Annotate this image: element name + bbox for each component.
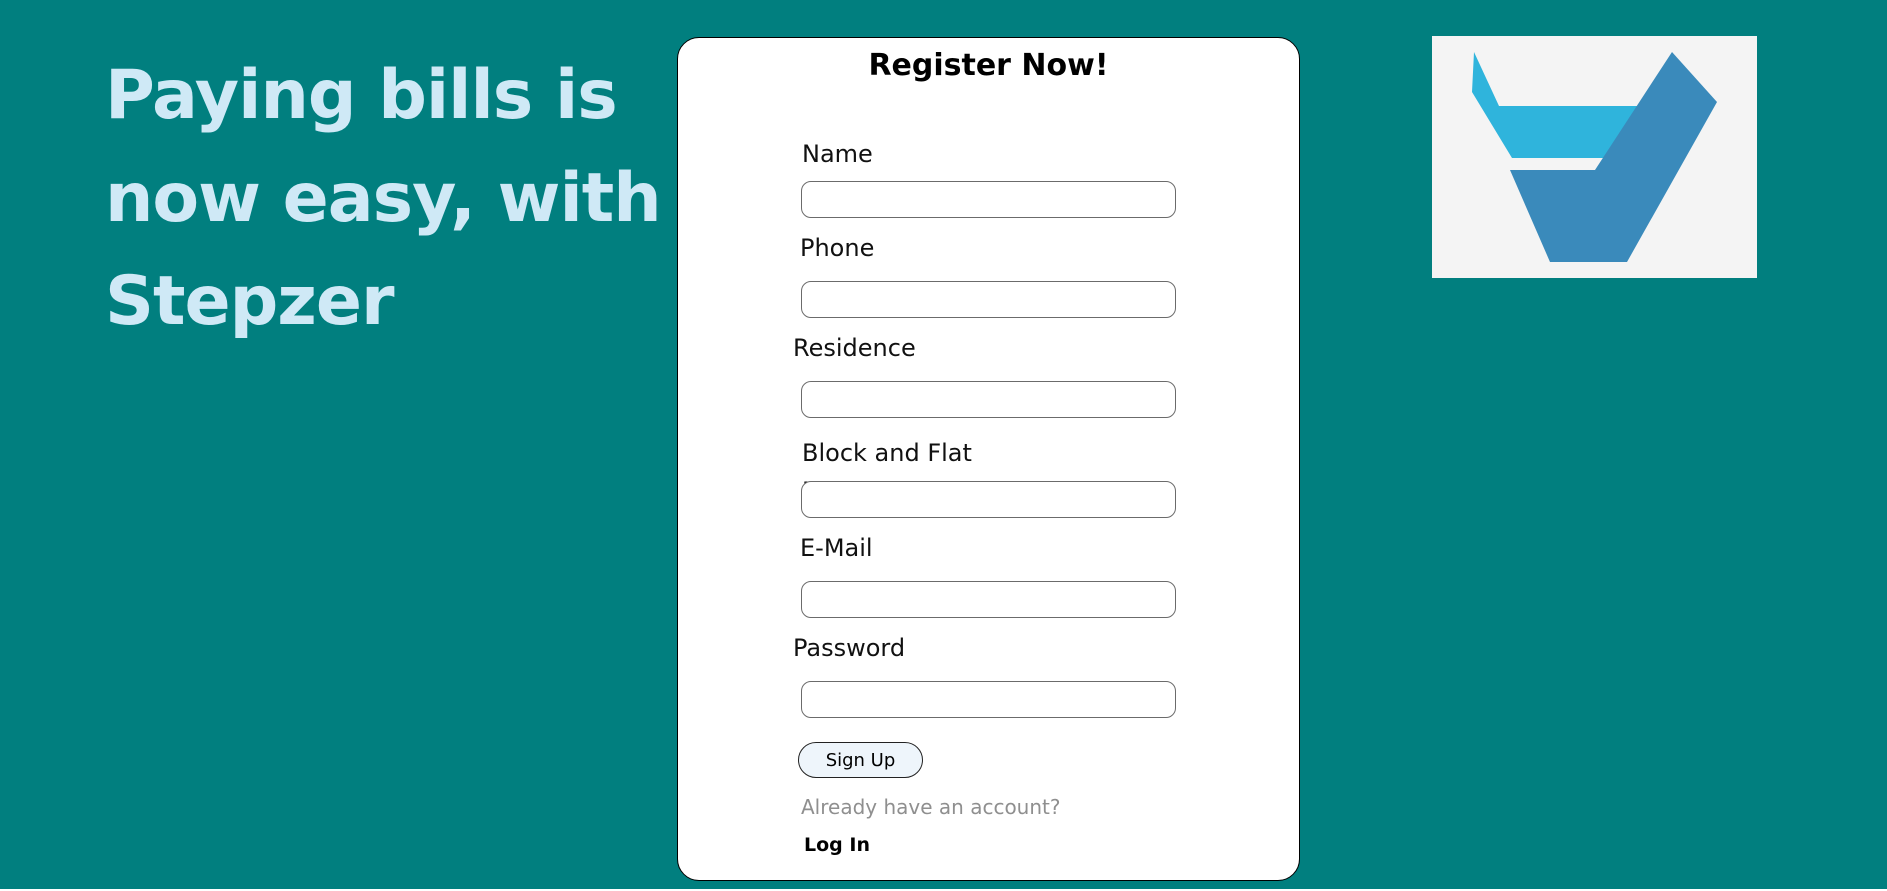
register-title: Register Now! xyxy=(868,48,1109,83)
stepzer-logo-icon xyxy=(1472,52,1717,262)
register-card: Register Now! Name Phone Residence Block… xyxy=(677,37,1300,881)
residence-input[interactable] xyxy=(801,381,1176,418)
login-prompt: Already have an account? xyxy=(801,795,1061,819)
hero-tagline: Paying bills is now easy, with Stepzer xyxy=(105,56,662,341)
password-label: Password xyxy=(793,634,906,662)
name-label: Name xyxy=(802,140,873,168)
email-label: E-Mail xyxy=(800,534,873,562)
sign-up-button[interactable]: Sign Up xyxy=(798,742,923,778)
block-flat-input[interactable] xyxy=(801,481,1176,518)
residence-label: Residence xyxy=(793,334,916,362)
email-input[interactable] xyxy=(801,581,1176,618)
name-input[interactable] xyxy=(801,181,1176,218)
logo-panel xyxy=(1432,36,1757,278)
phone-label: Phone xyxy=(800,234,875,262)
log-in-link[interactable]: Log In xyxy=(804,834,870,856)
phone-input[interactable] xyxy=(801,281,1176,318)
password-input[interactable] xyxy=(801,681,1176,718)
